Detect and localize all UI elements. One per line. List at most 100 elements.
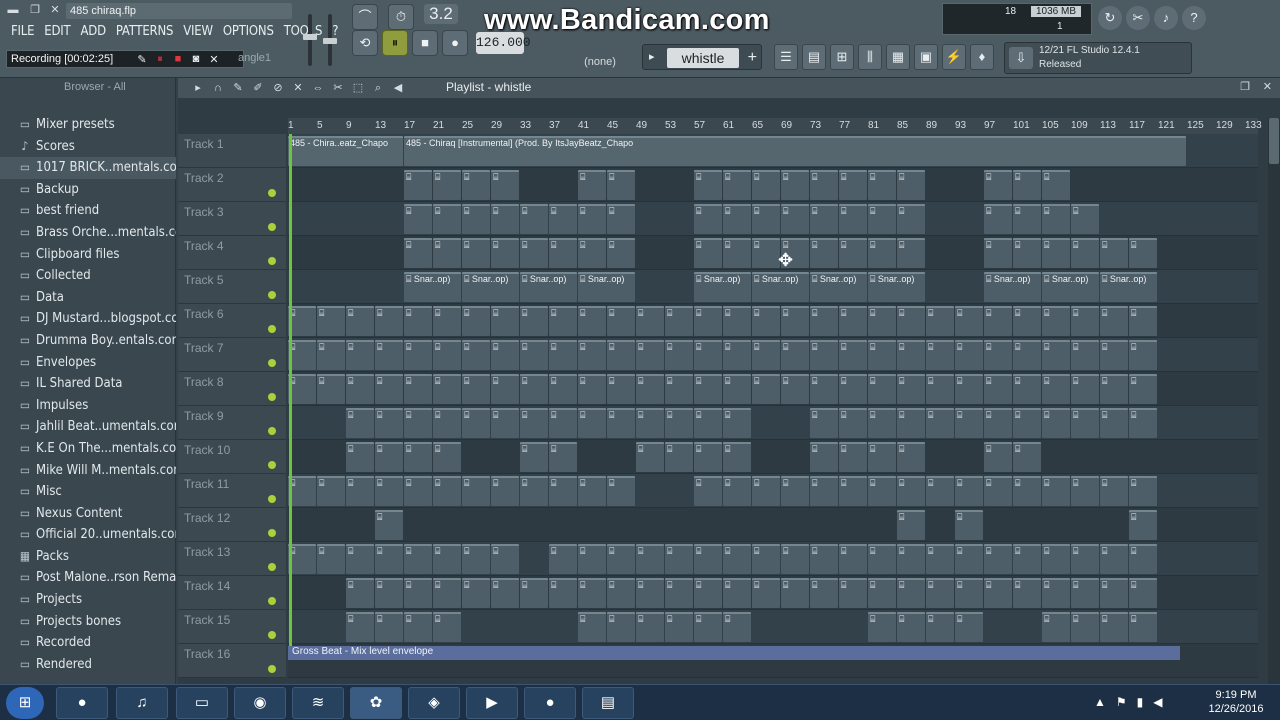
app-icon[interactable]: ◈: [408, 687, 460, 719]
pattern-clip[interactable]: ⌸: [1100, 340, 1128, 370]
pattern-clip[interactable]: ⌸: [462, 476, 490, 506]
pattern-clip[interactable]: ⌸: [781, 578, 809, 608]
pattern-clip[interactable]: ⌸ Snar..op): [868, 272, 925, 302]
restore-icon[interactable]: ❐: [28, 3, 42, 17]
pattern-clip[interactable]: ⌸: [839, 204, 867, 234]
pattern-clip[interactable]: ⌸: [491, 238, 519, 268]
pattern-clip[interactable]: ⌸: [636, 544, 664, 574]
pattern-clip[interactable]: ⌸: [723, 170, 751, 200]
pattern-clip[interactable]: ⌸ Snar..op): [404, 272, 461, 302]
pattern-clip[interactable]: ⌸: [636, 578, 664, 608]
pattern-clip[interactable]: ⌸: [839, 374, 867, 404]
pattern-clip[interactable]: ⌸: [1071, 204, 1099, 234]
pattern-clip[interactable]: ⌸: [578, 408, 606, 438]
system-clock[interactable]: 9:19 PM 12/26/2016: [1206, 688, 1266, 716]
pattern-clip[interactable]: ⌸: [868, 476, 896, 506]
pattern-clip[interactable]: ⌸: [1129, 408, 1157, 438]
archive-icon[interactable]: ▤: [582, 687, 634, 719]
track-enable-led[interactable]: [268, 563, 276, 571]
track-enable-led[interactable]: [268, 427, 276, 435]
pattern-clip[interactable]: ⌸: [723, 306, 751, 336]
browser-item[interactable]: ▭ IL Shared Data: [0, 373, 176, 395]
pattern-clip[interactable]: ⌸: [549, 408, 577, 438]
pattern-clip[interactable]: ⌸: [462, 170, 490, 200]
pattern-clip[interactable]: ⌸: [433, 442, 461, 472]
browser-item[interactable]: ▦ Packs: [0, 546, 176, 568]
pattern-clip[interactable]: ⌸: [433, 544, 461, 574]
pattern-clip[interactable]: ⌸: [636, 306, 664, 336]
pattern-clip[interactable]: ⌸: [607, 544, 635, 574]
pattern-clip[interactable]: ⌸: [868, 306, 896, 336]
pattern-clip[interactable]: ⌸: [404, 306, 432, 336]
pattern-clip[interactable]: ⌸: [810, 204, 838, 234]
pattern-clip[interactable]: ⌸: [868, 204, 896, 234]
browser-title[interactable]: Browser - All: [64, 78, 126, 96]
envelope-clip[interactable]: Gross Beat - Mix level envelope: [288, 646, 1180, 660]
pattern-clip[interactable]: ⌸: [607, 578, 635, 608]
record-button[interactable]: ●: [442, 30, 468, 56]
pattern-clip[interactable]: ⌸: [723, 238, 751, 268]
pattern-clip[interactable]: ⌸: [404, 544, 432, 574]
track-header[interactable]: Track 10: [178, 440, 286, 474]
microphone-icon[interactable]: ♪: [1154, 6, 1178, 30]
pattern-clip[interactable]: ⌸: [433, 578, 461, 608]
pattern-clip[interactable]: ⌸ Snar..op): [984, 272, 1041, 302]
refresh-icon[interactable]: ↻: [1098, 6, 1122, 30]
pattern-clip[interactable]: ⌸: [1071, 238, 1099, 268]
pattern-clip[interactable]: ⌸: [578, 170, 606, 200]
pattern-clip[interactable]: ⌸: [549, 578, 577, 608]
browser-item[interactable]: ▭ Nexus Content: [0, 503, 176, 525]
menu-edit[interactable]: EDIT: [39, 23, 75, 41]
pattern-clip[interactable]: ⌸: [868, 170, 896, 200]
pattern-clip[interactable]: ⌸: [1071, 306, 1099, 336]
pattern-clip[interactable]: ⌸: [665, 306, 693, 336]
pattern-clip[interactable]: ⌸: [491, 544, 519, 574]
close-icon[interactable]: ✕: [205, 53, 223, 66]
pattern-clip[interactable]: ⌸: [375, 340, 403, 370]
pattern-clip[interactable]: ⌸: [346, 374, 374, 404]
pencil-icon[interactable]: ✎: [133, 53, 151, 66]
track-enable-led[interactable]: [268, 665, 276, 673]
track-enable-led[interactable]: [268, 597, 276, 605]
pattern-clip[interactable]: ⌸: [839, 578, 867, 608]
pattern-clip[interactable]: ⌸: [752, 578, 780, 608]
track-header[interactable]: Track 12: [178, 508, 286, 542]
pattern-clip[interactable]: ⌸: [404, 612, 432, 642]
pattern-clip[interactable]: ⌸: [636, 612, 664, 642]
pattern-clip[interactable]: ⌸: [1129, 340, 1157, 370]
pattern-clip[interactable]: ⌸: [752, 340, 780, 370]
pattern-clip[interactable]: ⌸: [1071, 340, 1099, 370]
menu-view[interactable]: VIEW: [178, 23, 218, 41]
pattern-clip[interactable]: ⌸: [723, 204, 751, 234]
pattern-clip[interactable]: ⌸: [1013, 306, 1041, 336]
pattern-clip[interactable]: ⌸: [897, 510, 925, 540]
pattern-clip[interactable]: ⌸: [868, 544, 896, 574]
pattern-clip[interactable]: ⌸: [1013, 170, 1041, 200]
stop-button[interactable]: ■: [412, 30, 438, 56]
spotify-icon[interactable]: ≋: [292, 687, 344, 719]
fl-studio-icon[interactable]: ✿: [350, 687, 402, 719]
pattern-clip[interactable]: ⌸: [1129, 476, 1157, 506]
pattern-clip[interactable]: ⌸: [723, 476, 751, 506]
pattern-clip[interactable]: ⌸: [752, 204, 780, 234]
track-header[interactable]: Track 8: [178, 372, 286, 406]
track-header[interactable]: Track 2: [178, 168, 286, 202]
pattern-clip[interactable]: ⌸: [810, 170, 838, 200]
pattern-clip[interactable]: ⌸: [839, 442, 867, 472]
add-pattern-icon[interactable]: +: [748, 48, 757, 68]
flag-icon[interactable]: ⚑: [1116, 695, 1127, 709]
pattern-clip[interactable]: ⌸: [491, 204, 519, 234]
slice-icon[interactable]: ✂: [330, 80, 346, 96]
pattern-clip[interactable]: ⌸: [926, 544, 954, 574]
track-header[interactable]: Track 6: [178, 304, 286, 338]
pattern-clip[interactable]: ⌸: [549, 374, 577, 404]
pattern-clip[interactable]: ⌸: [984, 374, 1012, 404]
pattern-clip[interactable]: ⌸: [636, 408, 664, 438]
pattern-clip[interactable]: ⌸: [897, 374, 925, 404]
pattern-clip[interactable]: ⌸: [984, 544, 1012, 574]
pattern-clip[interactable]: ⌸: [433, 612, 461, 642]
pattern-clip[interactable]: ⌸: [897, 476, 925, 506]
pattern-clip[interactable]: ⌸: [839, 306, 867, 336]
track-enable-led[interactable]: [268, 325, 276, 333]
pattern-clip[interactable]: ⌸: [665, 578, 693, 608]
